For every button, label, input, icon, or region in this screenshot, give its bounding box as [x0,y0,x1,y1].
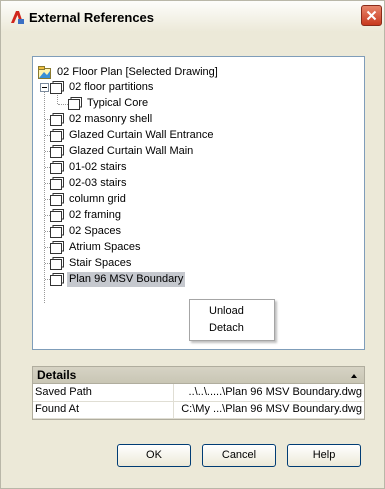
context-menu: Unload Detach [189,299,275,341]
column-divider [173,401,174,418]
tree-line [45,215,50,216]
tree-line [58,104,68,105]
tree-root-label: 02 Floor Plan [Selected Drawing] [57,66,218,78]
collapse-arrow-icon[interactable] [351,374,357,378]
cancel-button[interactable]: Cancel [202,444,276,467]
property-key: Saved Path [35,386,92,398]
details-properties: Saved Path ..\..\.....\Plan 96 MSV Bound… [32,384,365,420]
window-title: External References [29,10,155,25]
xref-icon [50,145,64,158]
tree-line [45,199,50,200]
close-button[interactable] [361,5,382,26]
property-value: C:\My ...\Plan 96 MSV Boundary.dwg [181,403,362,415]
drawing-icon [38,66,52,79]
property-row: Found At C:\My ...\Plan 96 MSV Boundary.… [33,401,364,419]
xref-icon [50,209,64,222]
xref-icon [50,225,64,238]
collapse-toggle[interactable] [40,83,49,92]
tree-line [45,279,50,280]
tree-line [45,231,50,232]
tree-line [45,263,50,264]
tree-line [44,83,45,303]
details-header[interactable]: Details [32,366,365,384]
xref-icon [50,273,64,286]
autocad-app-icon [9,9,25,25]
menu-item-unload[interactable]: Unload [209,303,244,319]
tree-line [45,151,50,152]
tree-line [45,119,50,120]
property-row: Saved Path ..\..\.....\Plan 96 MSV Bound… [33,384,364,402]
xref-icon [50,257,64,270]
ok-button[interactable]: OK [117,444,191,467]
xref-icon [50,161,64,174]
title-bar: External References [1,1,384,32]
menu-item-detach[interactable]: Detach [209,320,244,336]
tree-line [45,167,50,168]
xref-icon [50,241,64,254]
tree-line [45,135,50,136]
xref-icon [50,193,64,206]
xref-icon [50,129,64,142]
tree-line [45,183,50,184]
details-title: Details [37,368,77,382]
property-value: ..\..\.....\Plan 96 MSV Boundary.dwg [188,386,362,398]
close-icon [366,10,377,21]
property-key: Found At [35,403,80,415]
xref-icon [50,177,64,190]
xref-icon [50,81,64,94]
xref-icon [68,97,82,110]
tree-line [45,247,50,248]
help-button[interactable]: Help [287,444,361,467]
external-references-dialog: External References 02 Floor Plan [Selec… [0,0,385,489]
column-divider [173,384,174,401]
xref-icon [50,113,64,126]
